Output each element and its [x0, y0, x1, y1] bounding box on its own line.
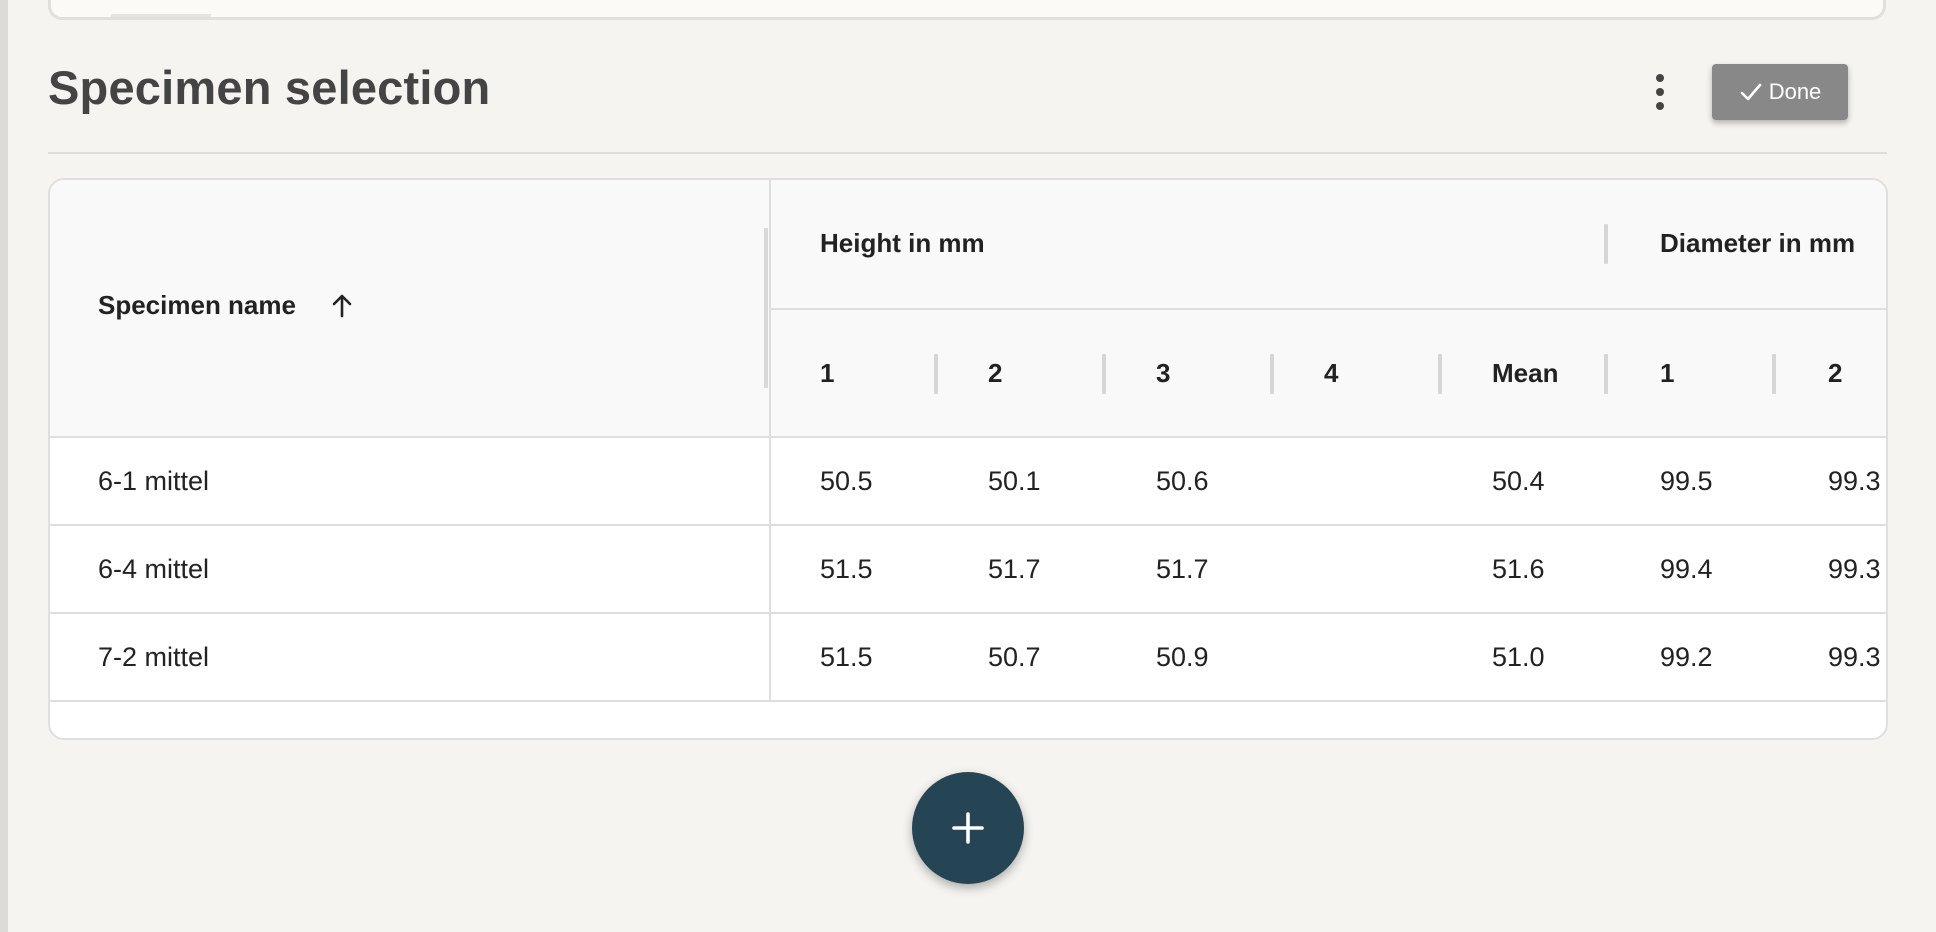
cell-specimen-name: 7-2 mittel [98, 642, 210, 672]
row-divider [769, 438, 771, 524]
more-vertical-icon [1656, 74, 1664, 82]
table-row[interactable]: 6-1 mittel 50.5 50.1 50.6 50.4 99.5 99.3 [50, 438, 1886, 526]
cell-diameter-2: 99.3 [1828, 642, 1881, 672]
column-header-diameter-2[interactable]: 2 [1828, 358, 1842, 389]
column-group-height: Height in mm [820, 228, 985, 258]
column-resize-handle[interactable] [1604, 354, 1608, 394]
column-resize-handle[interactable] [1438, 354, 1442, 394]
cell-height-mean: 51.6 [1492, 554, 1545, 584]
cell-diameter-1: 99.5 [1660, 466, 1713, 496]
column-resize-handle[interactable] [1604, 224, 1608, 264]
column-header-height-4[interactable]: 4 [1324, 358, 1338, 389]
column-header-height-mean[interactable]: Mean [1492, 358, 1558, 389]
specimen-table: Specimen name Height in mm Diameter in m… [48, 178, 1888, 740]
cell-height-mean: 50.4 [1492, 466, 1545, 496]
column-header-specimen-name[interactable]: Specimen name [98, 290, 296, 321]
row-divider [769, 614, 771, 700]
header-group-divider [771, 308, 1886, 310]
section-divider [48, 152, 1887, 154]
cell-height-1: 51.5 [820, 554, 873, 584]
cell-height-3: 51.7 [1156, 554, 1209, 584]
cell-height-1: 51.5 [820, 642, 873, 672]
column-header-height-3[interactable]: 3 [1156, 358, 1170, 389]
column-header-height-2[interactable]: 2 [988, 358, 1002, 389]
arrow-up-icon[interactable] [328, 292, 356, 320]
done-button[interactable]: Done [1712, 64, 1848, 120]
cell-diameter-1: 99.2 [1660, 642, 1713, 672]
table-row[interactable]: 7-2 mittel 51.5 50.7 50.9 51.0 99.2 99.3 [50, 614, 1886, 702]
row-divider [769, 526, 771, 612]
column-header-diameter-1[interactable]: 1 [1660, 358, 1674, 389]
more-options-button[interactable] [1640, 66, 1680, 118]
cell-diameter-2: 99.3 [1828, 466, 1881, 496]
cell-height-2: 50.1 [988, 466, 1041, 496]
more-vertical-icon-dot [1656, 102, 1664, 110]
cell-diameter-1: 99.4 [1660, 554, 1713, 584]
add-specimen-button[interactable] [912, 772, 1024, 884]
cell-height-2: 50.7 [988, 642, 1041, 672]
cell-height-3: 50.6 [1156, 466, 1209, 496]
table-header: Specimen name Height in mm Diameter in m… [50, 180, 1886, 438]
cell-height-3: 50.9 [1156, 642, 1209, 672]
column-resize-handle[interactable] [764, 228, 768, 388]
previous-section-card [48, 0, 1886, 20]
column-group-diameter: Diameter in mm [1660, 228, 1856, 258]
plus-icon [952, 812, 984, 844]
section-title: Specimen selection [48, 61, 491, 114]
cell-height-1: 50.5 [820, 466, 873, 496]
cell-height-mean: 51.0 [1492, 642, 1545, 672]
previous-section-tab-stub [111, 14, 211, 17]
table-row[interactable]: 6-4 mittel 51.5 51.7 51.7 51.6 99.4 99.3 [50, 526, 1886, 614]
cell-specimen-name: 6-4 mittel [98, 554, 210, 584]
check-icon [1740, 83, 1762, 101]
column-resize-handle[interactable] [1270, 354, 1274, 394]
column-header-height-1[interactable]: 1 [820, 358, 834, 389]
left-rail [0, 0, 8, 932]
column-resize-handle[interactable] [1102, 354, 1106, 394]
more-vertical-icon-dot [1656, 88, 1664, 96]
column-resize-handle[interactable] [1772, 354, 1776, 394]
cell-specimen-name: 6-1 mittel [98, 466, 210, 496]
done-button-label: Done [1768, 79, 1822, 104]
cell-height-2: 51.7 [988, 554, 1041, 584]
column-resize-handle[interactable] [934, 354, 938, 394]
cell-diameter-2: 99.3 [1828, 554, 1881, 584]
